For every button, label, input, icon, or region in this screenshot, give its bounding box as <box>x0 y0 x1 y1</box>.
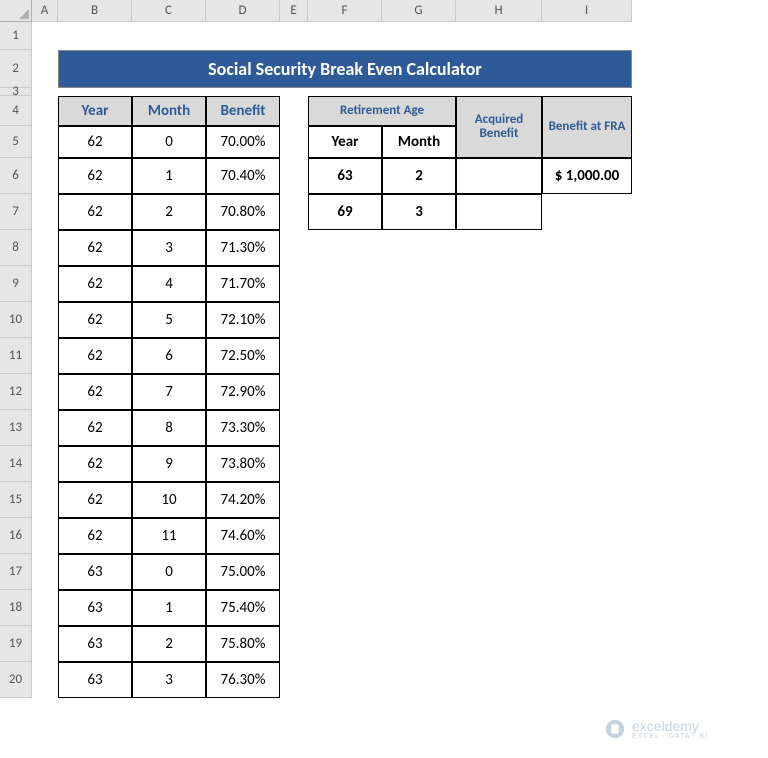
left-benefit[interactable]: 74.20% <box>206 482 280 518</box>
right-year[interactable]: 63 <box>308 158 382 194</box>
row-header-18[interactable]: 18 <box>0 590 32 626</box>
col-header-E[interactable]: E <box>280 0 308 22</box>
spreadsheet-grid: A B C D E F G H I 1 2 3 4 5 6 7 8 9 10 1… <box>0 0 768 698</box>
left-year[interactable]: 62 <box>58 230 132 266</box>
left-month[interactable]: 0 <box>132 554 206 590</box>
left-benefit[interactable]: 70.00% <box>206 126 280 158</box>
left-month[interactable]: 7 <box>132 374 206 410</box>
left-benefit[interactable]: 76.30% <box>206 662 280 698</box>
right-header-acquired-benefit[interactable]: Acquired Benefit <box>456 96 542 158</box>
left-year[interactable]: 62 <box>58 374 132 410</box>
left-benefit[interactable]: 71.30% <box>206 230 280 266</box>
row-header-19[interactable]: 19 <box>0 626 32 662</box>
row-header-4[interactable]: 4 <box>0 96 32 126</box>
right-acquired[interactable] <box>456 158 542 194</box>
col-header-B[interactable]: B <box>58 0 132 22</box>
row-header-5[interactable]: 5 <box>0 126 32 158</box>
left-benefit[interactable]: 72.50% <box>206 338 280 374</box>
left-benefit[interactable]: 72.90% <box>206 374 280 410</box>
left-month[interactable]: 11 <box>132 518 206 554</box>
row-header-1[interactable]: 1 <box>0 22 32 50</box>
row-header-10[interactable]: 10 <box>0 302 32 338</box>
left-month[interactable]: 2 <box>132 194 206 230</box>
row-header-20[interactable]: 20 <box>0 662 32 698</box>
left-year[interactable]: 63 <box>58 626 132 662</box>
row-header-6[interactable]: 6 <box>0 158 32 194</box>
right-fra[interactable]: $ 1,000.00 <box>542 158 632 194</box>
row-header-8[interactable]: 8 <box>0 230 32 266</box>
left-year[interactable]: 63 <box>58 662 132 698</box>
left-year[interactable]: 62 <box>58 338 132 374</box>
left-year[interactable]: 62 <box>58 126 132 158</box>
row-header-2[interactable]: 2 <box>0 50 32 88</box>
left-header-year[interactable]: Year <box>58 96 132 126</box>
right-acquired[interactable] <box>456 194 542 230</box>
row-header-13[interactable]: 13 <box>0 410 32 446</box>
row-header-9[interactable]: 9 <box>0 266 32 302</box>
col-header-I[interactable]: I <box>542 0 632 22</box>
row-header-11[interactable]: 11 <box>0 338 32 374</box>
left-benefit[interactable]: 74.60% <box>206 518 280 554</box>
col-header-F[interactable]: F <box>308 0 382 22</box>
left-header-benefit[interactable]: Benefit <box>206 96 280 126</box>
right-year[interactable]: 69 <box>308 194 382 230</box>
row-header-7[interactable]: 7 <box>0 194 32 230</box>
col-header-H[interactable]: H <box>456 0 542 22</box>
left-benefit[interactable]: 75.00% <box>206 554 280 590</box>
right-month[interactable]: 2 <box>382 158 456 194</box>
left-header-month[interactable]: Month <box>132 96 206 126</box>
col-header-D[interactable]: D <box>206 0 280 22</box>
col-header-C[interactable]: C <box>132 0 206 22</box>
left-month[interactable]: 9 <box>132 446 206 482</box>
left-benefit[interactable]: 72.10% <box>206 302 280 338</box>
row-header-3[interactable]: 3 <box>0 88 32 96</box>
watermark-main: exceldemy <box>632 718 699 734</box>
watermark-sub: EXCEL · DATA · BI <box>632 733 708 740</box>
right-header-benefit-at-fra[interactable]: Benefit at FRA <box>542 96 632 158</box>
row-header-12[interactable]: 12 <box>0 374 32 410</box>
left-month[interactable]: 5 <box>132 302 206 338</box>
left-year[interactable]: 63 <box>58 554 132 590</box>
exceldemy-logo-icon <box>604 718 626 740</box>
left-year[interactable]: 62 <box>58 194 132 230</box>
left-month[interactable]: 0 <box>132 126 206 158</box>
col-header-G[interactable]: G <box>382 0 456 22</box>
right-subheader-month[interactable]: Month <box>382 126 456 158</box>
page-title: Social Security Break Even Calculator <box>58 50 632 88</box>
left-benefit[interactable]: 75.80% <box>206 626 280 662</box>
left-month[interactable]: 3 <box>132 662 206 698</box>
row-header-16[interactable]: 16 <box>0 518 32 554</box>
left-year[interactable]: 62 <box>58 446 132 482</box>
left-month[interactable]: 4 <box>132 266 206 302</box>
left-month[interactable]: 3 <box>132 230 206 266</box>
left-year[interactable]: 62 <box>58 302 132 338</box>
select-all-corner[interactable] <box>0 0 32 22</box>
left-year[interactable]: 62 <box>58 158 132 194</box>
left-benefit[interactable]: 70.40% <box>206 158 280 194</box>
left-month[interactable]: 1 <box>132 158 206 194</box>
right-header-retirement-age[interactable]: Retirement Age <box>308 96 456 126</box>
right-subheader-year[interactable]: Year <box>308 126 382 158</box>
left-month[interactable]: 2 <box>132 626 206 662</box>
row-header-15[interactable]: 15 <box>0 482 32 518</box>
left-year[interactable]: 62 <box>58 518 132 554</box>
left-year[interactable]: 62 <box>58 482 132 518</box>
right-month[interactable]: 3 <box>382 194 456 230</box>
left-month[interactable]: 1 <box>132 590 206 626</box>
left-month[interactable]: 8 <box>132 410 206 446</box>
watermark: exceldemy EXCEL · DATA · BI <box>604 718 708 740</box>
left-year[interactable]: 62 <box>58 410 132 446</box>
left-benefit[interactable]: 70.80% <box>206 194 280 230</box>
left-year[interactable]: 62 <box>58 266 132 302</box>
row-header-14[interactable]: 14 <box>0 446 32 482</box>
left-benefit[interactable]: 73.30% <box>206 410 280 446</box>
col-header-A[interactable]: A <box>32 0 58 22</box>
row-header-17[interactable]: 17 <box>0 554 32 590</box>
left-benefit[interactable]: 71.70% <box>206 266 280 302</box>
left-month[interactable]: 10 <box>132 482 206 518</box>
left-month[interactable]: 6 <box>132 338 206 374</box>
left-benefit[interactable]: 75.40% <box>206 590 280 626</box>
left-year[interactable]: 63 <box>58 590 132 626</box>
left-benefit[interactable]: 73.80% <box>206 446 280 482</box>
